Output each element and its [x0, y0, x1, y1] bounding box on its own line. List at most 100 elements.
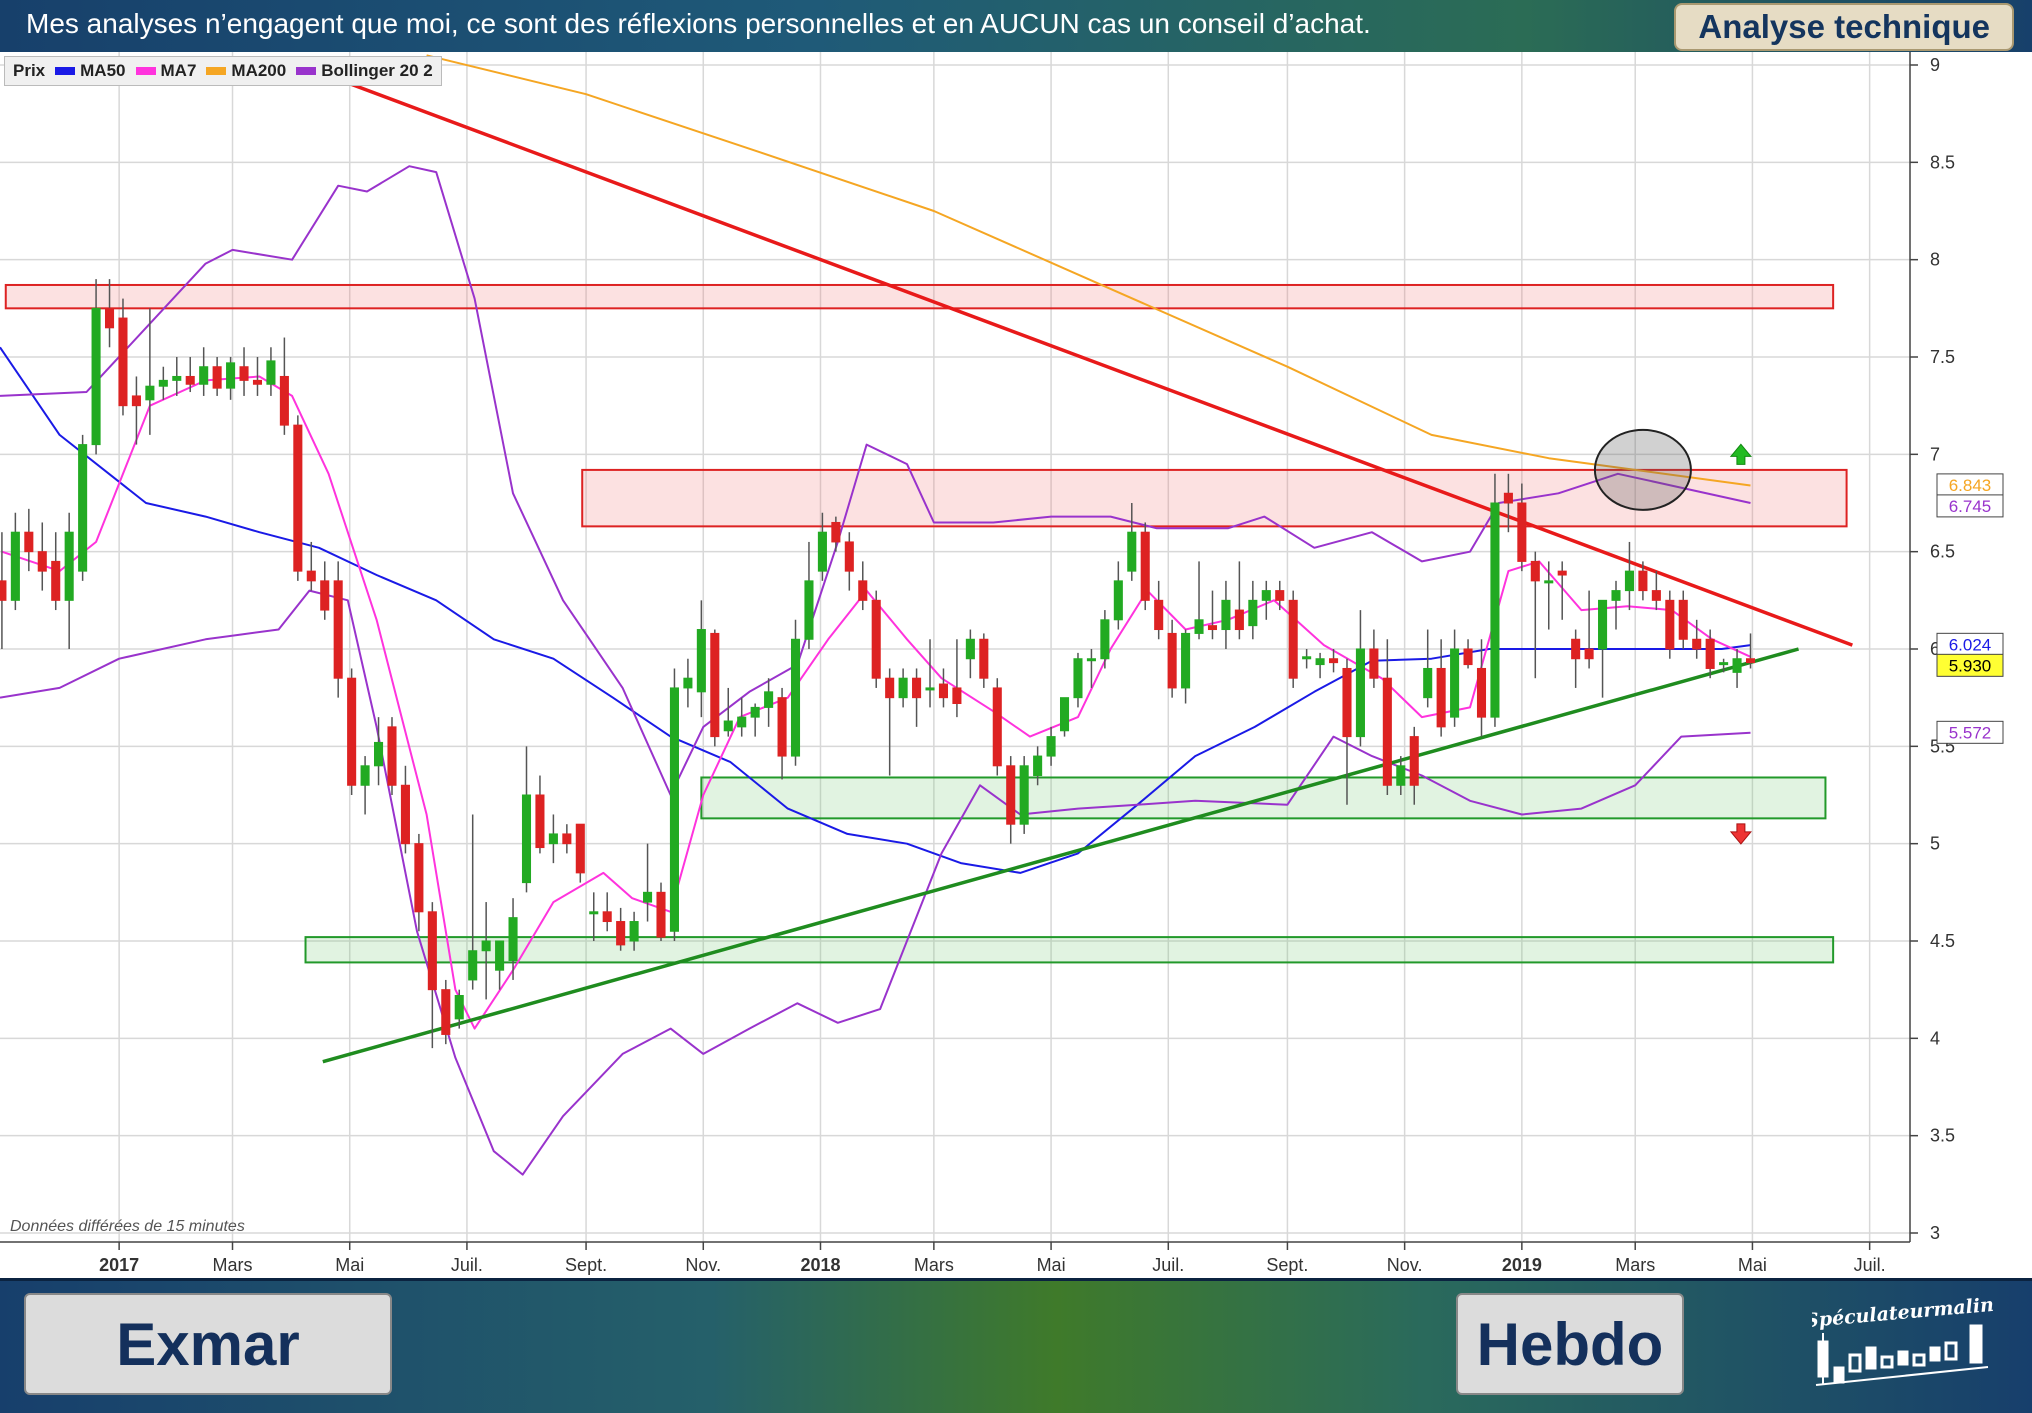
candle-body: [737, 716, 747, 728]
y-tick-label: 9: [1930, 55, 1940, 75]
price-label: 6.745: [1936, 494, 2004, 518]
candle-body: [656, 891, 666, 938]
price-label-text: 5.930: [1949, 656, 1992, 675]
candle-body: [1315, 658, 1325, 666]
candle-body: [1355, 648, 1365, 738]
candle-body: [643, 891, 653, 903]
candle-body: [1678, 599, 1688, 640]
candle-body: [360, 765, 370, 786]
candle-body: [858, 580, 868, 601]
candle: [669, 668, 679, 941]
candle-body: [481, 940, 491, 952]
candle-body: [1517, 502, 1527, 562]
candle: [1490, 473, 1500, 727]
x-tick-label: Mai: [1037, 1255, 1066, 1275]
candle: [710, 629, 720, 747]
candle-body: [1194, 619, 1204, 634]
legend-item-prix: Prix: [13, 61, 45, 81]
y-tick-label: 3.5: [1930, 1126, 1955, 1146]
candle-body: [454, 995, 464, 1020]
candle-body: [320, 580, 330, 611]
candle-body: [1638, 570, 1648, 592]
candle-body: [1571, 638, 1581, 660]
candle-body: [306, 570, 316, 582]
candle-body: [817, 531, 827, 572]
candle-body: [279, 375, 289, 426]
y-tick-label: 3: [1930, 1223, 1940, 1243]
candle-body: [185, 375, 195, 385]
candle-body: [777, 697, 787, 757]
candle-body: [804, 580, 814, 640]
legend-swatch: [55, 67, 76, 75]
candle-body: [37, 551, 47, 572]
y-tick-label: 6.5: [1930, 542, 1955, 562]
ma-cross-circle: [1593, 428, 1692, 511]
candle-body: [696, 629, 706, 693]
candle-body: [764, 691, 774, 708]
candle: [333, 561, 343, 698]
candle: [790, 619, 801, 766]
candle-body: [831, 521, 841, 543]
price-label-text: 6.843: [1949, 476, 1992, 495]
candle-body: [10, 531, 20, 601]
candle-body: [427, 911, 437, 991]
x-tick-label: 2017: [99, 1255, 139, 1275]
candle-body: [535, 794, 545, 849]
legend-label: Prix: [13, 61, 46, 80]
candle-body: [1503, 492, 1513, 504]
candle-body: [374, 741, 384, 767]
candle-body: [118, 317, 128, 407]
candle-body: [1207, 625, 1218, 631]
candle-body: [1167, 632, 1177, 689]
candle-body: [1248, 599, 1258, 627]
legend-item-ma200: MA200: [206, 61, 286, 81]
candle-body: [912, 677, 922, 699]
candle: [992, 678, 1002, 776]
candle-body: [1127, 531, 1137, 572]
candle-body: [0, 580, 7, 601]
candle-body: [226, 362, 236, 389]
candle-body: [1329, 658, 1339, 664]
candle-body: [710, 632, 720, 738]
period-button[interactable]: Hebdo: [1456, 1293, 1684, 1395]
candle-body: [1234, 609, 1244, 631]
candle-body: [871, 599, 881, 679]
candle-body: [1113, 580, 1123, 621]
candle-body: [1611, 590, 1621, 601]
candle-body: [965, 638, 975, 660]
candle: [1288, 590, 1298, 688]
candle-body: [468, 950, 478, 981]
x-tick-label: Mai: [1738, 1255, 1767, 1275]
ticker-button[interactable]: Exmar: [24, 1293, 392, 1395]
footer-bar: Exmar Hebdo Spéculateurmalin: [0, 1278, 2032, 1413]
candle-body: [1705, 638, 1715, 669]
candle-body: [172, 375, 182, 381]
candle-body: [925, 687, 935, 691]
candle-body: [885, 677, 895, 699]
candle: [1140, 522, 1150, 611]
candle-body: [1006, 765, 1016, 825]
candle-body: [1396, 765, 1406, 786]
candle: [293, 415, 303, 581]
candle-body: [252, 379, 263, 385]
legend-item-ma50: MA50: [55, 61, 126, 81]
data-delay-note: Données différées de 15 minutes: [10, 1218, 245, 1235]
candle-body: [1181, 632, 1191, 689]
x-tick-label: 2018: [800, 1255, 840, 1275]
candle-body: [91, 307, 101, 446]
price-label-text: 6.024: [1949, 635, 1992, 654]
candle-body: [723, 720, 733, 732]
candle-body: [1100, 619, 1110, 660]
legend-swatch: [135, 67, 156, 75]
candle-body: [562, 833, 572, 845]
x-tick-label: Mars: [213, 1255, 253, 1275]
candle-body: [145, 385, 155, 401]
candle-body: [1436, 667, 1446, 728]
candle-body: [158, 379, 168, 387]
legend-item-bollinger: Bollinger 20 2: [296, 61, 433, 81]
price-label: 5.930: [1936, 653, 2004, 677]
analysis-badge: Analyse technique: [1674, 3, 2014, 51]
price-chart: 33.544.555.566.577.588.592017 Mars Mai Juil…: [0, 52, 2032, 1278]
y-tick-label: 7.5: [1930, 347, 1955, 367]
candle-body: [78, 444, 88, 572]
